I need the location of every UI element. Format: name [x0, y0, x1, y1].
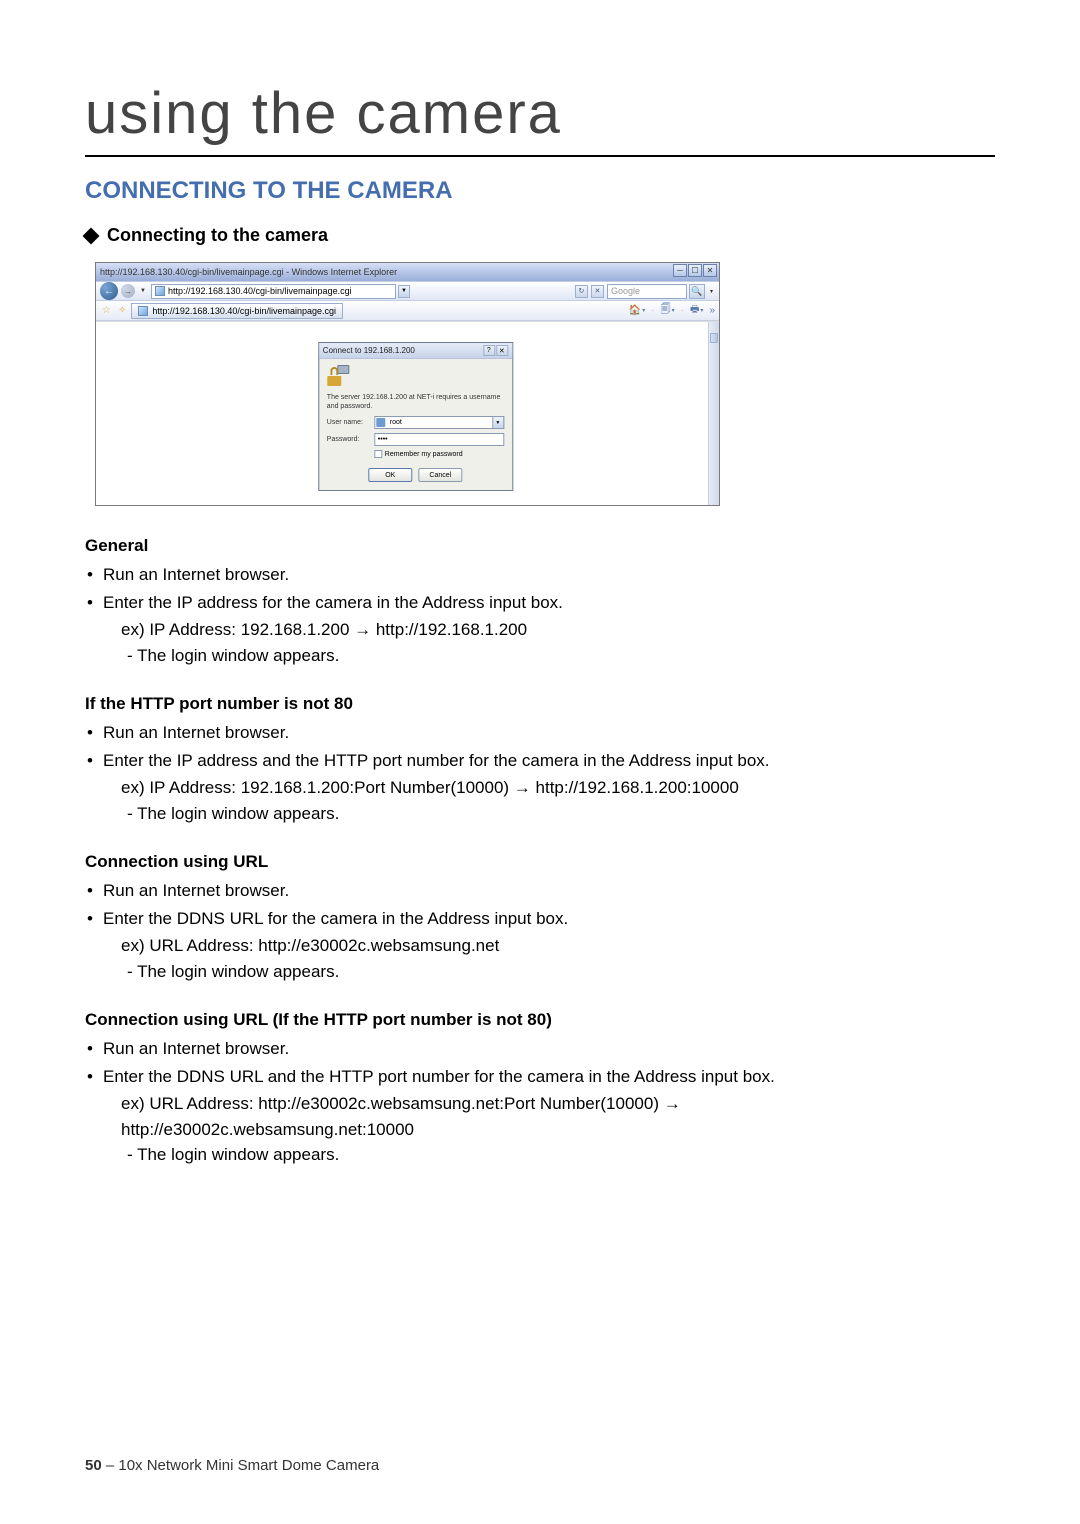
- tab-label: http://192.168.130.40/cgi-bin/livemainpa…: [152, 306, 336, 316]
- list-item: Enter the IP address for the camera in t…: [85, 590, 995, 616]
- user-icon: [376, 418, 385, 427]
- ok-button[interactable]: OK: [368, 468, 412, 482]
- list-item: Enter the DDNS URL for the camera in the…: [85, 906, 995, 932]
- tool-separator: ·: [681, 305, 684, 316]
- home-icon[interactable]: 🏠▾: [629, 305, 645, 316]
- tab-page-icon: [138, 306, 148, 316]
- doc-name: 10x Network Mini Smart Dome Camera: [118, 1457, 379, 1474]
- window-title: http://192.168.130.40/cgi-bin/livemainpa…: [100, 267, 397, 277]
- password-label: Password:: [327, 436, 369, 443]
- address-dropdown-icon[interactable]: ▼: [398, 285, 410, 298]
- scroll-thumb[interactable]: [710, 333, 718, 343]
- block-title: If the HTTP port number is not 80: [85, 694, 995, 714]
- page-footer: 50 – 10x Network Mini Smart Dome Camera: [85, 1457, 379, 1474]
- dialog-titlebar: Connect to 192.168.1.200 ? ✕: [319, 343, 512, 359]
- list-item: Enter the IP address and the HTTP port n…: [85, 748, 995, 774]
- result-line: - The login window appears.: [85, 959, 995, 985]
- page-icon: [155, 286, 165, 296]
- scrollbar[interactable]: [708, 322, 719, 505]
- username-label: User name:: [327, 419, 369, 426]
- back-button[interactable]: ←: [100, 282, 118, 300]
- subsection-label: Connecting to the camera: [107, 225, 328, 246]
- search-input[interactable]: Google: [607, 284, 687, 299]
- dialog-message: The server 192.168.1.200 at NET-i requir…: [327, 393, 504, 411]
- stop-icon[interactable]: ✕: [591, 285, 604, 298]
- history-dropdown-icon[interactable]: ▼: [138, 288, 148, 294]
- footer-sep: –: [102, 1457, 119, 1474]
- section-heading: CONNECTING TO THE CAMERA: [85, 177, 995, 205]
- refresh-icon[interactable]: ↻: [575, 285, 588, 298]
- result-line: - The login window appears.: [85, 1142, 995, 1168]
- example-line: http://e30002c.websamsung.net:10000: [85, 1117, 995, 1143]
- feeds-icon[interactable]: 🗐▾: [661, 302, 675, 319]
- instruction-block: Connection using URL (If the HTTP port n…: [85, 1010, 995, 1168]
- remember-label: Remember my password: [385, 451, 463, 458]
- subsection-heading: Connecting to the camera: [85, 225, 995, 246]
- screenshot-figure: http://192.168.130.40/cgi-bin/livemainpa…: [95, 262, 995, 506]
- list-item: Enter the DDNS URL and the HTTP port num…: [85, 1064, 995, 1090]
- instruction-block: Connection using URL Run an Internet brow…: [85, 852, 995, 984]
- page-number: 50: [85, 1457, 102, 1474]
- example-line: ex) URL Address: http://e30002c.websamsu…: [85, 1091, 995, 1117]
- cancel-button[interactable]: Cancel: [418, 468, 462, 482]
- ie-content-area: Connect to 192.168.1.200 ? ✕ The server …: [96, 321, 719, 505]
- dialog-help-icon[interactable]: ?: [483, 345, 495, 356]
- address-bar[interactable]: http://192.168.130.40/cgi-bin/livemainpa…: [151, 284, 396, 299]
- remember-checkbox[interactable]: [374, 450, 382, 458]
- ie-nav-row: ← → ▼ http://192.168.130.40/cgi-bin/live…: [96, 281, 719, 301]
- browser-tab[interactable]: http://192.168.130.40/cgi-bin/livemainpa…: [131, 303, 343, 319]
- ie-titlebar: http://192.168.130.40/cgi-bin/livemainpa…: [96, 263, 719, 281]
- result-line: - The login window appears.: [85, 801, 995, 827]
- example-line: ex) IP Address: 192.168.1.200 → http://1…: [85, 617, 995, 643]
- username-dropdown-icon[interactable]: ▼: [492, 416, 504, 429]
- dialog-title: Connect to 192.168.1.200: [323, 346, 415, 355]
- block-title: Connection using URL: [85, 852, 995, 872]
- list-item: Run an Internet browser.: [85, 1036, 995, 1062]
- search-icon[interactable]: 🔍: [689, 284, 705, 299]
- close-icon[interactable]: ✕: [703, 264, 717, 277]
- username-value: root: [390, 419, 402, 426]
- dialog-close-icon[interactable]: ✕: [496, 345, 508, 356]
- ie-window: http://192.168.130.40/cgi-bin/livemainpa…: [95, 262, 720, 506]
- remember-row[interactable]: Remember my password: [374, 450, 504, 458]
- block-title: Connection using URL (If the HTTP port n…: [85, 1010, 995, 1030]
- diamond-icon: [83, 227, 100, 244]
- instruction-block: General Run an Internet browser.Enter the…: [85, 536, 995, 668]
- minimize-icon[interactable]: ─: [673, 264, 687, 277]
- list-item: Run an Internet browser.: [85, 562, 995, 588]
- bullet-list: Run an Internet browser.Enter the DDNS U…: [85, 1036, 995, 1168]
- list-item: Run an Internet browser.: [85, 720, 995, 746]
- chapter-title: using the camera: [85, 80, 995, 157]
- example-line: ex) URL Address: http://e30002c.websamsu…: [85, 933, 995, 959]
- forward-button[interactable]: →: [121, 284, 135, 298]
- bullet-list: Run an Internet browser.Enter the DDNS U…: [85, 878, 995, 984]
- result-line: - The login window appears.: [85, 643, 995, 669]
- favorites-icon[interactable]: ☆: [100, 305, 113, 316]
- url-text: http://192.168.130.40/cgi-bin/livemainpa…: [168, 286, 352, 296]
- maximize-icon[interactable]: ☐: [688, 264, 702, 277]
- auth-dialog: Connect to 192.168.1.200 ? ✕ The server …: [318, 342, 513, 491]
- list-item: Run an Internet browser.: [85, 878, 995, 904]
- more-tools-icon[interactable]: »: [709, 305, 715, 316]
- password-value: ••••: [378, 436, 388, 443]
- ie-tab-row: ☆ ✧ http://192.168.130.40/cgi-bin/livema…: [96, 301, 719, 321]
- instruction-block: If the HTTP port number is not 80 Run an …: [85, 694, 995, 826]
- search-dropdown-icon[interactable]: ▾: [708, 288, 715, 295]
- password-input[interactable]: ••••: [374, 433, 504, 446]
- username-input[interactable]: root: [374, 416, 504, 429]
- print-icon[interactable]: 🖶▾: [690, 302, 703, 319]
- block-title: General: [85, 536, 995, 556]
- bullet-list: Run an Internet browser.Enter the IP add…: [85, 720, 995, 826]
- lock-server-icon: [327, 365, 349, 387]
- add-favorites-icon[interactable]: ✧: [116, 305, 128, 316]
- tool-separator: ·: [651, 305, 654, 316]
- example-line: ex) IP Address: 192.168.1.200:Port Numbe…: [85, 775, 995, 801]
- bullet-list: Run an Internet browser.Enter the IP add…: [85, 562, 995, 668]
